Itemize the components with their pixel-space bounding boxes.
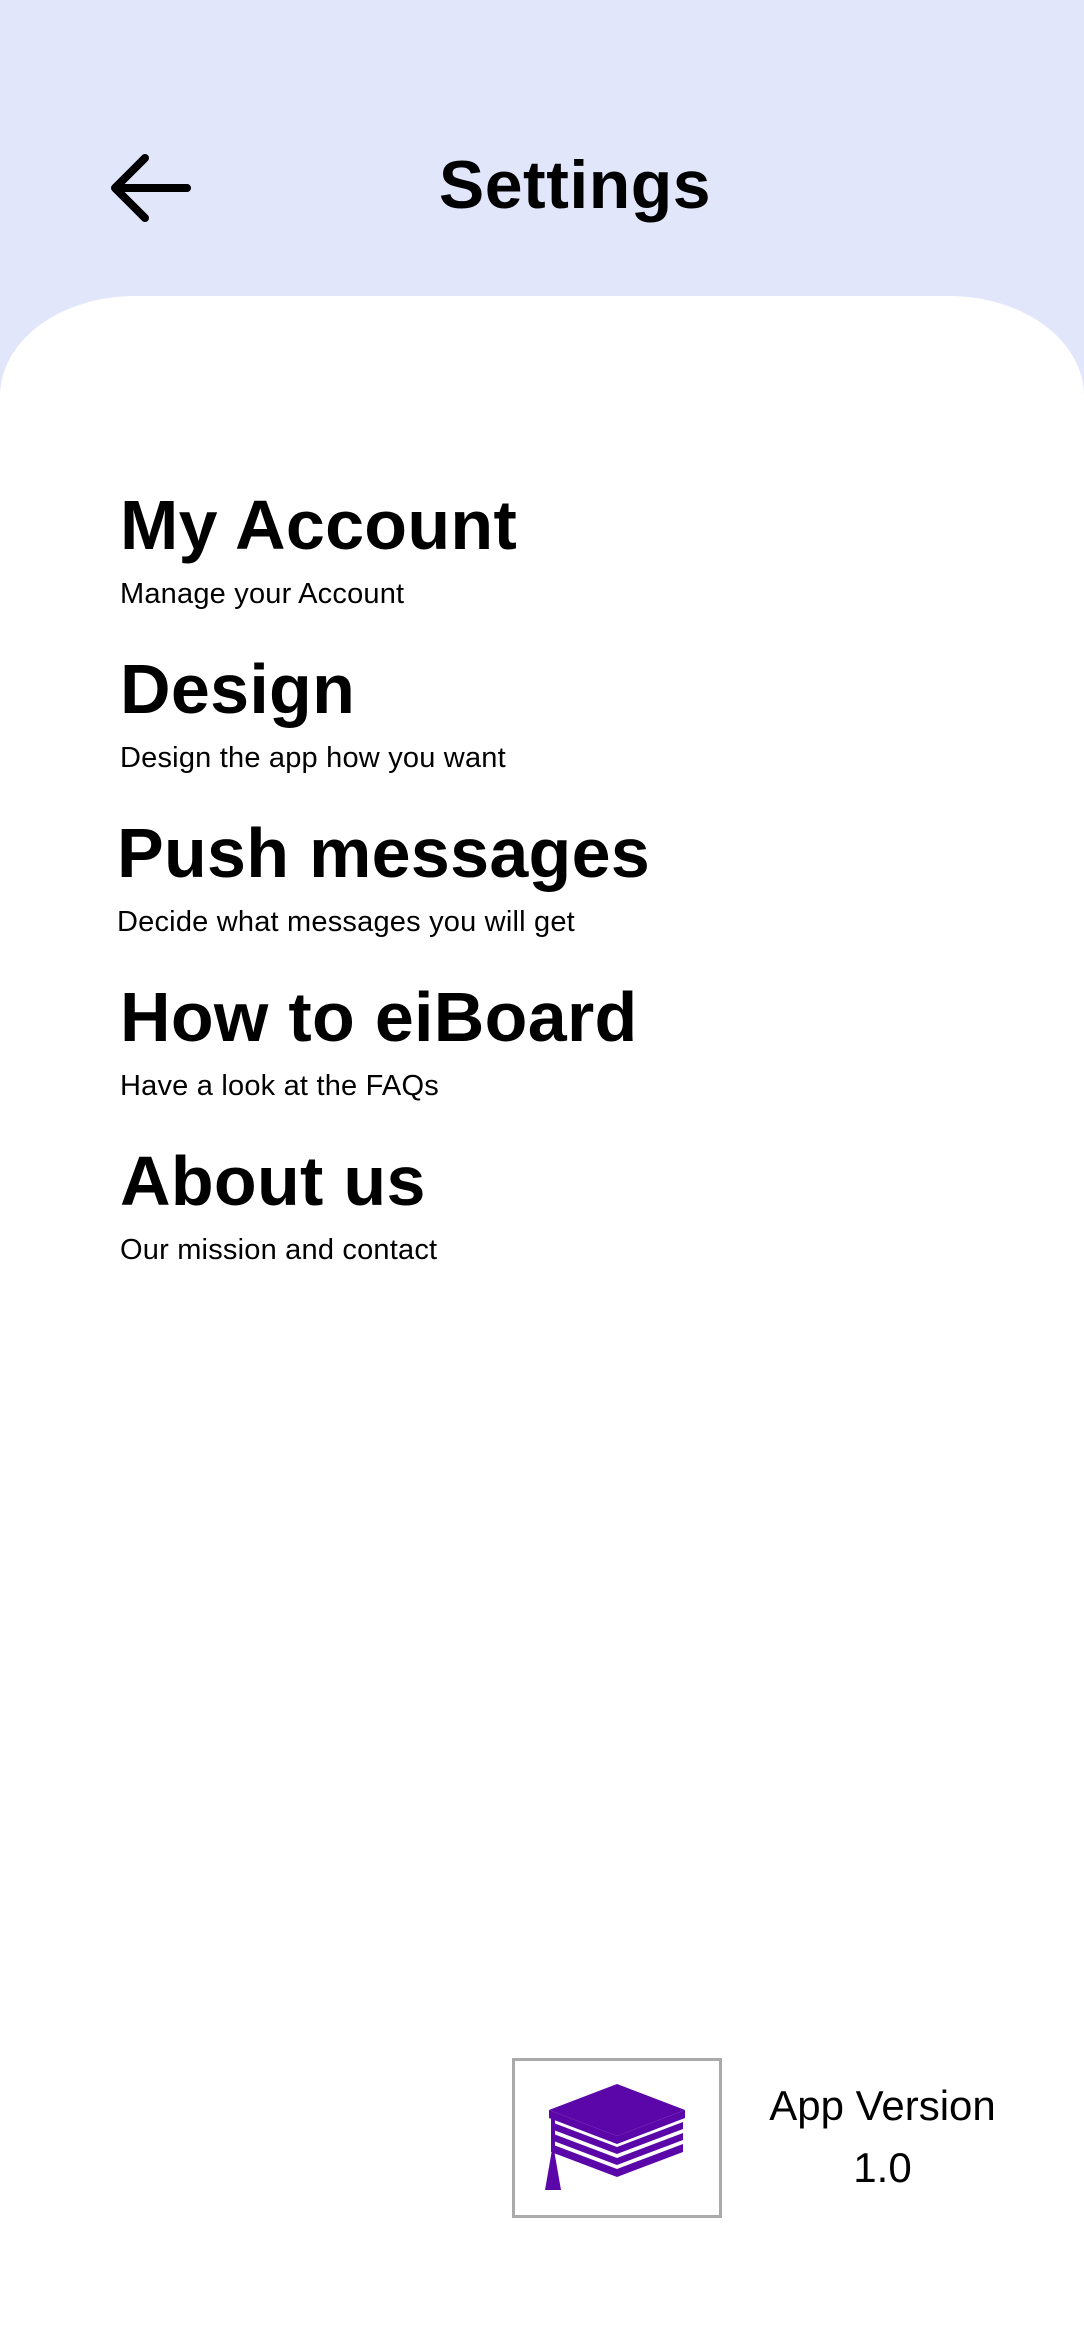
setting-about-us[interactable]: About us Our mission and contact [120,1136,980,1300]
graduation-cap-books-icon [545,2084,685,2190]
setting-title: About us [120,1142,426,1220]
setting-subtitle: Manage your Account [120,578,405,610]
version-label: App Version [769,2082,996,2129]
setting-title: Push messages [117,814,651,892]
setting-design[interactable]: Design Design the app how you want [120,644,980,808]
setting-title: Design [120,650,356,728]
setting-subtitle: Decide what messages you will get [117,906,575,938]
setting-title: How to eiBoard [120,978,638,1056]
setting-subtitle: Design the app how you want [120,742,506,774]
page-title: Settings [438,147,712,223]
version-number: 1.0 [853,2144,912,2191]
setting-subtitle: Our mission and contact [120,1234,438,1266]
setting-push-messages[interactable]: Push messages Decide what messages you w… [117,808,980,972]
setting-how-to-eiboard[interactable]: How to eiBoard Have a look at the FAQs [120,972,980,1136]
settings-list: My Account Manage your Account Design De… [117,480,980,1300]
app-logo [512,2058,722,2218]
setting-my-account[interactable]: My Account Manage your Account [120,480,980,644]
setting-title: My Account [120,486,518,564]
setting-subtitle: Have a look at the FAQs [120,1070,439,1102]
app-version: App Version 1.0 [760,2075,1005,2199]
